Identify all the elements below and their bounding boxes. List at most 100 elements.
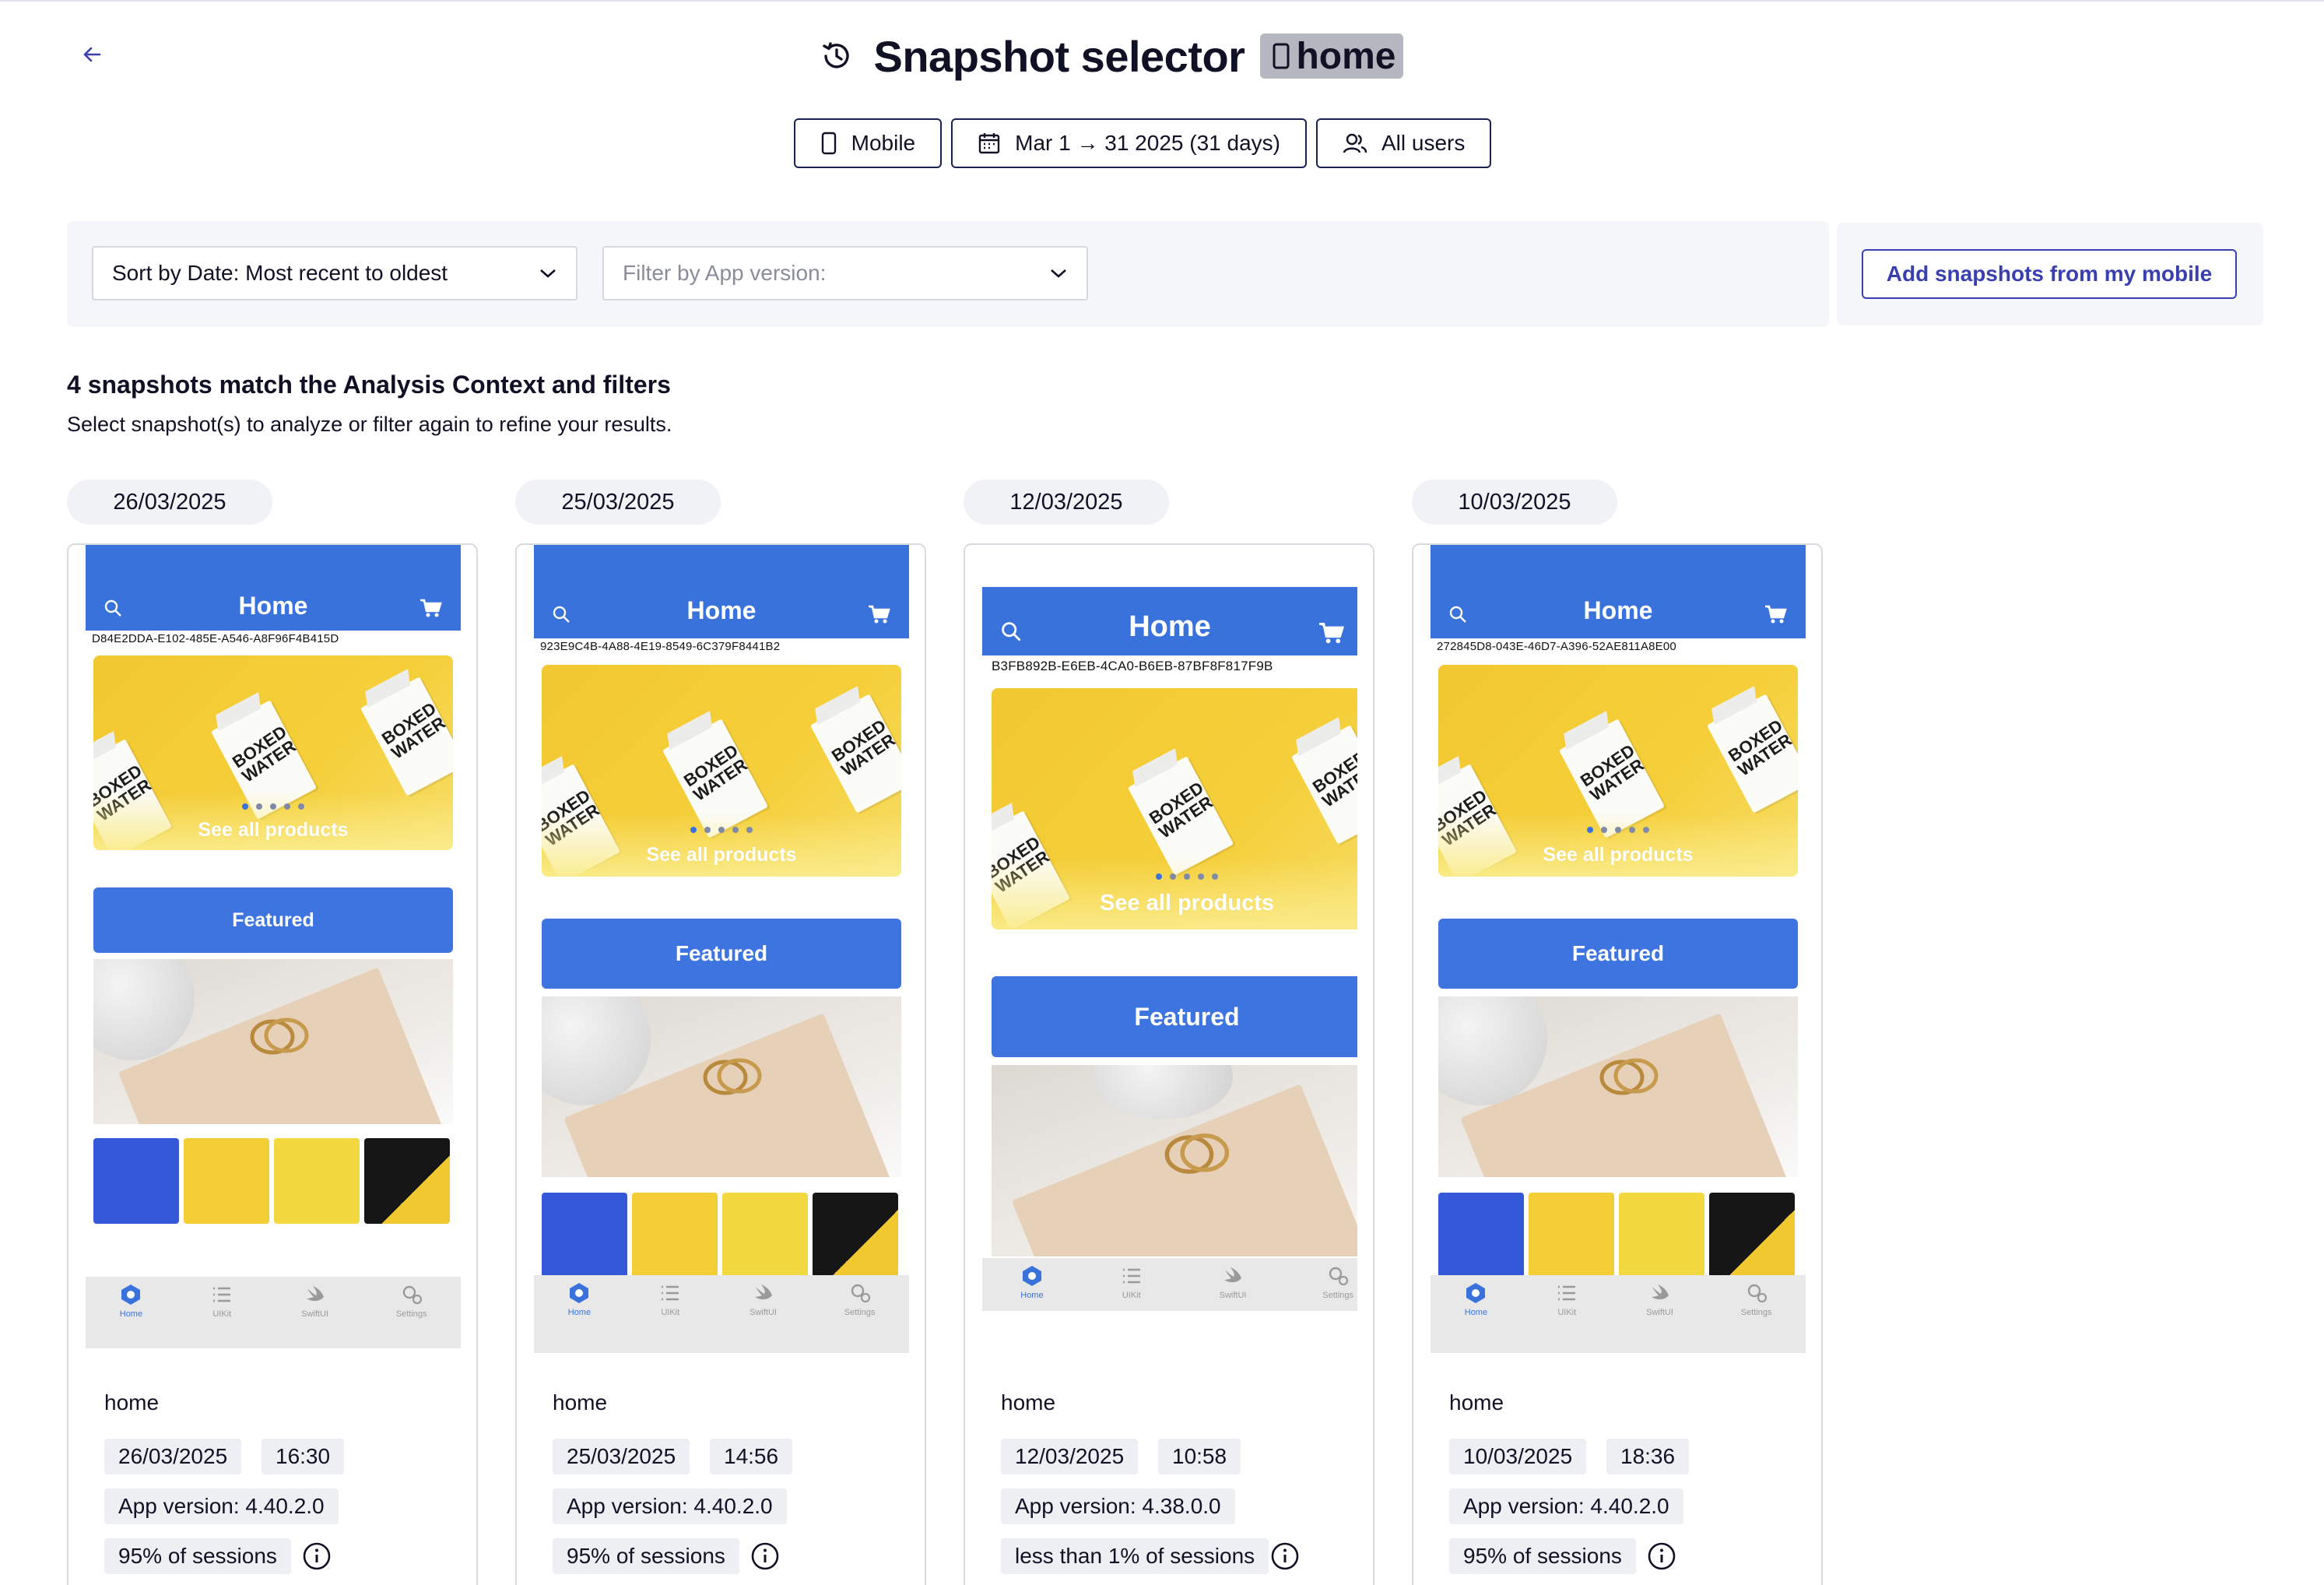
list-icon: [662, 1285, 679, 1301]
snapshot-card[interactable]: Home 923E9C4B-4A88-4E19-8549-6C379F8441B…: [515, 543, 926, 1585]
app-navbar: Home: [982, 587, 1357, 655]
snapshot-card[interactable]: Home B3FB892B-E6EB-4CA0-B6EB-87BF8F817F9…: [964, 543, 1374, 1585]
mobile-icon: [1273, 43, 1290, 69]
swift-icon: [306, 1286, 324, 1302]
app-tabbar: Home UIKit SwiftUI Settings: [982, 1258, 1357, 1311]
segment-button[interactable]: All users: [1315, 118, 1492, 168]
tab-swiftui: SwiftUI: [750, 1275, 777, 1353]
device-button[interactable]: Mobile: [793, 118, 943, 168]
product-thumbnails: [1438, 1193, 1795, 1278]
featured-banner: Featured: [992, 976, 1357, 1057]
carousel-dots: [542, 827, 901, 833]
snapshot-name: home: [553, 1390, 608, 1415]
info-icon[interactable]: [750, 1541, 780, 1571]
tab-swiftui: SwiftUI: [1220, 1258, 1246, 1311]
date-range-label: Mar 1 → 31 2025 (31 days): [1015, 131, 1280, 155]
snapshot-date: 12/03/2025: [1001, 1439, 1139, 1474]
date-range-button[interactable]: Mar 1 → 31 2025 (31 days): [951, 118, 1307, 168]
results-subheading: Select snapshot(s) to analyze or filter …: [67, 413, 672, 436]
info-icon[interactable]: [1270, 1541, 1300, 1571]
page-name-badge: home: [1260, 33, 1404, 79]
tab-home: Home: [1020, 1258, 1044, 1311]
calendar-icon: [978, 133, 1000, 154]
snapshot-screenshot: Home B3FB892B-E6EB-4CA0-B6EB-87BF8F817F9…: [982, 545, 1357, 1355]
snapshot-screenshot: Home D84E2DDA-E102-485E-A546-A8F96F4B415…: [86, 545, 461, 1355]
product-thumbnails: [542, 1193, 898, 1278]
filter-toolbar: Sort by Date: Most recent to oldest Filt…: [67, 221, 1829, 327]
app-navbar: Home: [534, 545, 909, 638]
snapshot-screenshot: Home 272845D8-043E-46D7-A396-52AE811A8E0…: [1431, 545, 1806, 1355]
snapshot-sessions: 95% of sessions: [553, 1538, 739, 1574]
top-divider: [0, 0, 2324, 5]
featured-photo: [542, 996, 901, 1177]
snapshot-app-version: App version: 4.40.2.0: [1449, 1488, 1683, 1524]
gear-icon: [851, 1284, 870, 1303]
featured-photo: [1438, 996, 1798, 1177]
snapshot-card[interactable]: Home D84E2DDA-E102-485E-A546-A8F96F4B415…: [67, 543, 478, 1585]
list-icon: [1558, 1285, 1576, 1301]
tab-settings: Settings: [844, 1275, 876, 1353]
tab-settings: Settings: [1322, 1258, 1353, 1311]
app-version-select[interactable]: Filter by App version:: [602, 246, 1088, 300]
snapshot-time: 10:58: [1158, 1439, 1241, 1474]
sort-select-value: Sort by Date: Most recent to oldest: [112, 261, 448, 285]
gear-icon: [1747, 1284, 1767, 1303]
tab-uikit: UIKit: [1555, 1275, 1578, 1353]
users-icon: [1343, 133, 1367, 153]
info-icon[interactable]: [1647, 1541, 1676, 1571]
tab-home: Home: [567, 1275, 591, 1353]
hero-banner: BOXEDWATER BOXEDWATER BOXEDWATER See all…: [542, 665, 901, 877]
cart-icon: [1319, 622, 1345, 644]
snapshot-uuid: B3FB892B-E6EB-4CA0-B6EB-87BF8F817F9B: [992, 659, 1273, 673]
snapshot-date: 10/03/2025: [1449, 1439, 1587, 1474]
date-pill: 25/03/2025: [515, 480, 721, 525]
add-snapshots-button[interactable]: Add snapshots from my mobile: [1862, 249, 2237, 299]
list-icon: [1122, 1268, 1140, 1284]
analysis-context: Mobile Mar 1 → 31 2025 (31 days) All use…: [0, 118, 2324, 168]
see-all-link: See all products: [198, 819, 349, 841]
swift-icon: [1651, 1285, 1669, 1300]
featured-banner: Featured: [93, 887, 453, 953]
sort-select[interactable]: Sort by Date: Most recent to oldest: [92, 246, 577, 300]
gear-icon: [402, 1285, 422, 1305]
info-icon[interactable]: [302, 1541, 332, 1571]
gear-icon: [1329, 1267, 1349, 1286]
app-navbar: Home: [86, 545, 461, 631]
snapshot-time: 18:36: [1606, 1439, 1690, 1474]
product-thumbnails: [93, 1138, 450, 1224]
carousel-dots: [1438, 827, 1798, 833]
carousel-dots: [992, 873, 1357, 880]
featured-banner: Featured: [542, 919, 901, 989]
snapshot-app-version: App version: 4.38.0.0: [1001, 1488, 1235, 1524]
chevron-down-icon: [540, 269, 556, 278]
mobile-icon: [821, 132, 836, 155]
list-icon: [213, 1287, 231, 1302]
app-screen-title: Home: [1129, 610, 1211, 643]
snapshot-time: 16:30: [262, 1439, 345, 1474]
snapshot-screenshot: Home 923E9C4B-4A88-4E19-8549-6C379F8441B…: [534, 545, 909, 1355]
snapshot-sessions: 95% of sessions: [104, 1538, 291, 1574]
tab-uikit: UIKit: [1120, 1258, 1143, 1311]
see-all-link: See all products: [646, 844, 797, 866]
home-hex-icon: [1022, 1266, 1041, 1286]
date-pill: 26/03/2025: [67, 480, 272, 525]
snapshot-name: home: [1001, 1390, 1056, 1415]
tab-uikit: UIKit: [210, 1277, 233, 1348]
snapshot-time: 14:56: [710, 1439, 793, 1474]
snapshot-sessions: 95% of sessions: [1449, 1538, 1636, 1574]
app-tabbar: Home UIKit SwiftUI Settings: [1431, 1275, 1806, 1353]
home-hex-icon: [121, 1285, 141, 1305]
segment-label: All users: [1381, 131, 1466, 155]
carousel-dots: [93, 803, 453, 810]
page-header: Snapshot selector home: [0, 28, 2324, 84]
page-name: home: [1296, 35, 1396, 77]
hero-banner: BOXEDWATER BOXEDWATER BOXEDWATER See all…: [1438, 665, 1798, 877]
see-all-link: See all products: [1543, 844, 1694, 866]
tab-home: Home: [1464, 1275, 1487, 1353]
history-icon: [822, 42, 849, 69]
results-heading: 4 snapshots match the Analysis Context a…: [67, 371, 671, 399]
snapshot-name: home: [104, 1390, 160, 1415]
snapshot-card[interactable]: Home 272845D8-043E-46D7-A396-52AE811A8E0…: [1412, 543, 1823, 1585]
tab-uikit: UIKit: [658, 1275, 682, 1353]
snapshot-date: 26/03/2025: [104, 1439, 242, 1474]
